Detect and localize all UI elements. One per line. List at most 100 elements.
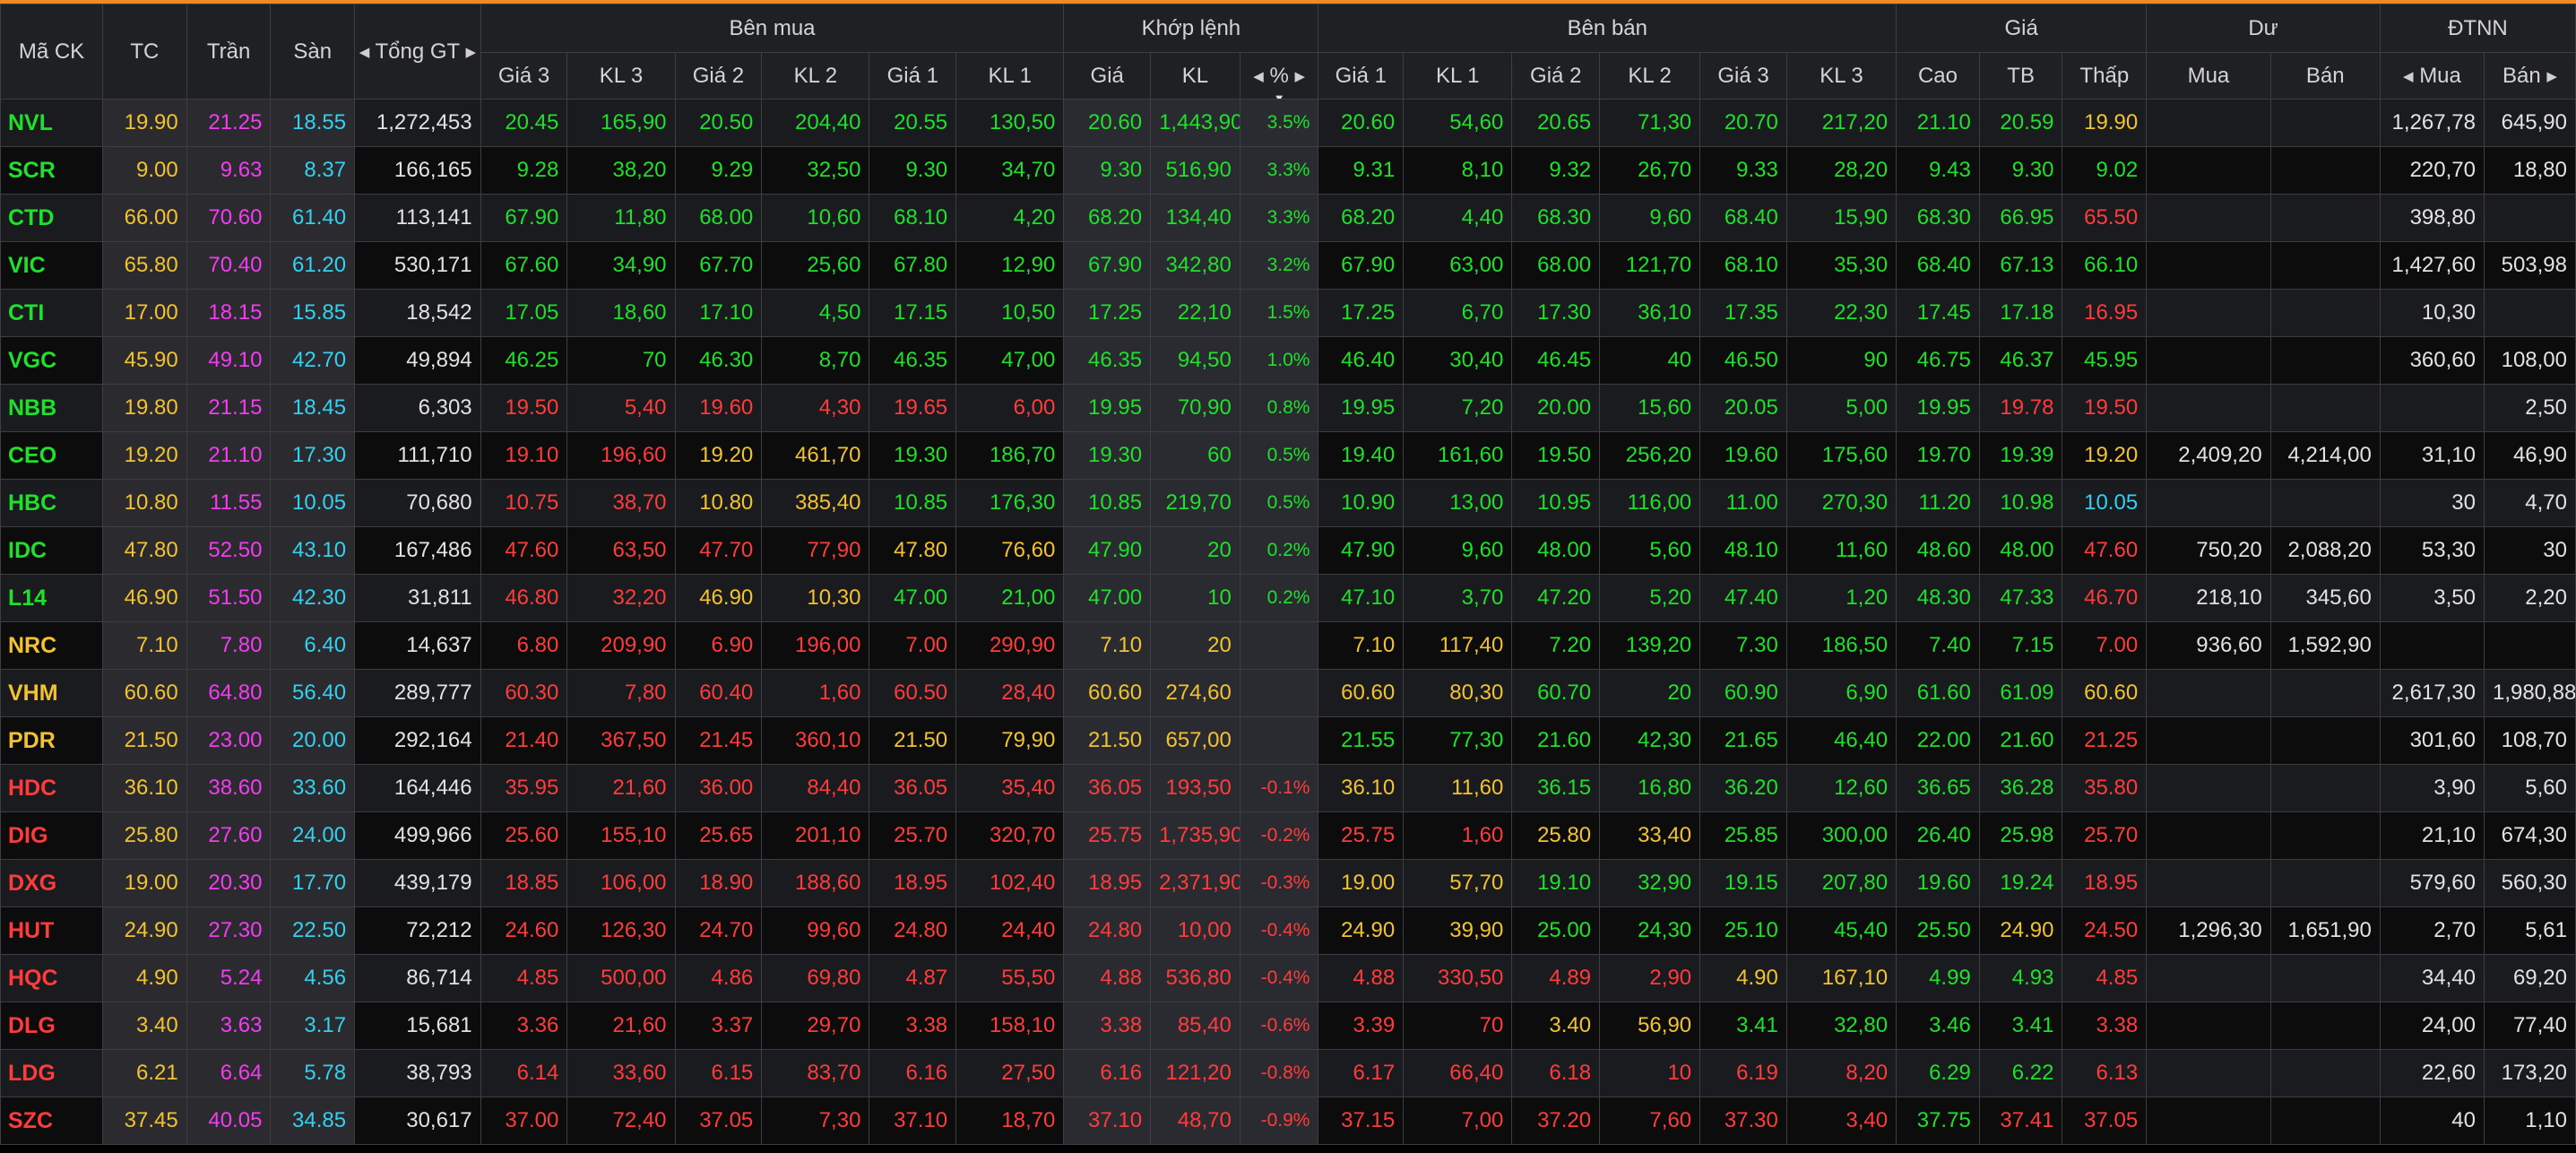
col-total-value[interactable]: ◀ Tổng GT ▶ [354,4,481,100]
col-buy-price-3[interactable]: Giá 3 [480,52,568,100]
cell-ceiling: 21.25 [186,99,272,147]
caret-right-icon[interactable]: ▶ [2546,68,2557,84]
caret-left-icon[interactable]: ◀ [2403,68,2414,84]
col-floor[interactable]: Sàn [270,4,356,100]
table-row[interactable]: NRC 7.10 7.80 6.40 14,637 6.80 209,90 6.90 196,0… [0,621,2576,670]
cell-buy-vol-3: 196,60 [566,431,676,480]
cell-buy-price-3: 6.14 [480,1049,568,1097]
cell-low: 18.95 [2062,859,2148,907]
col-match-pct[interactable]: ◀ % ▼ ▶ [1239,52,1319,100]
table-row[interactable]: HQC 4.90 5.24 4.56 86,714 4.85 500,00 4.86 69,80… [0,954,2576,1002]
table-row[interactable]: SZC 37.45 40.05 34.85 30,617 37.00 72,40 37.05 7… [0,1097,2576,1145]
cell-buy-price-2: 47.70 [674,526,763,575]
table-row[interactable]: PDR 21.50 23.00 20.00 292,164 21.40 367,50 21.4… [0,716,2576,765]
table-row[interactable]: DXG 19.00 20.30 17.70 439,179 18.85 106,00 18.9… [0,859,2576,907]
table-row[interactable]: HDC 36.10 38.60 33.60 164,446 35.95 21,60 36.00… [0,764,2576,812]
cell-match-price: 20.60 [1063,99,1152,147]
table-row[interactable]: DIG 25.80 27.60 24.00 499,966 25.60 155,10 25.6… [0,811,2576,860]
caret-left-icon[interactable]: ◀ [1253,68,1264,84]
table-row[interactable]: CEO 19.20 21.10 17.30 111,710 19.10 196,60 19.2… [0,431,2576,480]
cell-match-price: 24.80 [1063,906,1152,955]
col-foreign-buy[interactable]: ◀ Mua [2379,52,2485,100]
table-row[interactable]: SCR 9.00 9.63 8.37 166,165 9.28 38,20 9.29 32,50… [0,146,2576,195]
table-row[interactable]: CTD 66.00 70.60 61.40 113,141 67.90 11,80 68.00… [0,194,2576,242]
col-match-price[interactable]: Giá [1063,52,1152,100]
table-row[interactable]: VGC 45.90 49.10 42.70 49,894 46.25 70 46.30 8,70… [0,336,2576,385]
col-remain-sell[interactable]: Bán [2269,52,2381,100]
cell-sell-vol-2: 40 [1599,336,1701,385]
cell-foreign-sell: 645,90 [2483,99,2576,147]
cell-high: 22.00 [1896,716,1980,765]
col-remain-buy[interactable]: Mua [2146,52,2271,100]
col-high[interactable]: Cao [1896,52,1980,100]
cell-sell-price-3: 20.70 [1699,99,1787,147]
cell-buy-vol-2: 10,30 [761,574,870,622]
cell-match-vol: 20 [1150,526,1240,575]
cell-remain-buy: 750,20 [2146,526,2271,575]
table-row[interactable]: DLG 3.40 3.63 3.17 15,681 3.36 21,60 3.37 29,70 3… [0,1001,2576,1050]
cell-buy-price-1: 68.10 [869,194,957,242]
cell-match-price: 60.60 [1063,669,1152,717]
cell-sell-price-1: 19.00 [1318,859,1405,907]
table-row[interactable]: CTI 17.00 18.15 15.85 18,542 17.05 18,60 17.10 4… [0,289,2576,337]
cell-sell-vol-2: 7,60 [1599,1097,1701,1145]
table-row[interactable]: LDG 6.21 6.64 5.78 38,793 6.14 33,60 6.15 83,70 6… [0,1049,2576,1097]
cell-buy-price-2: 6.90 [674,621,763,670]
col-ceiling[interactable]: Trần [186,4,272,100]
cell-floor: 56.40 [270,669,356,717]
cell-buy-vol-1: 4,20 [955,194,1065,242]
table-row[interactable]: L14 46.90 51.50 42.30 31,811 46.80 32,20 46.90 1… [0,574,2576,622]
col-avg[interactable]: TB [1978,52,2063,100]
cell-buy-vol-2: 83,70 [761,1049,870,1097]
cell-match-price: 21.50 [1063,716,1152,765]
cell-sell-vol-2: 5,60 [1599,526,1701,575]
cell-foreign-sell: 1,10 [2483,1097,2576,1145]
col-foreign-sell[interactable]: Bán ▶ [2483,52,2576,100]
cell-sell-price-1: 36.10 [1318,764,1405,812]
col-match-vol[interactable]: KL [1150,52,1240,100]
cell-buy-price-2: 3.37 [674,1001,763,1050]
cell-remain-buy [2146,289,2271,337]
col-sell-price-2[interactable]: Giá 2 [1511,52,1601,100]
cell-buy-vol-3: 209,90 [566,621,676,670]
col-symbol[interactable]: Mã CK [0,4,104,100]
cell-floor: 5.78 [270,1049,356,1097]
col-sell-price-3[interactable]: Giá 3 [1699,52,1787,100]
cell-floor: 3.17 [270,1001,356,1050]
cell-ref: 19.90 [102,99,187,147]
cell-symbol: NRC [0,621,104,670]
col-sell-vol-2[interactable]: KL 2 [1599,52,1701,100]
cell-low: 19.50 [2062,384,2148,432]
col-low[interactable]: Thấp [2062,52,2148,100]
col-buy-vol-3[interactable]: KL 3 [566,52,676,100]
col-buy-price-1[interactable]: Giá 1 [869,52,957,100]
col-buy-vol-1[interactable]: KL 1 [955,52,1065,100]
cell-ceiling: 27.60 [186,811,272,860]
cell-remain-buy [2146,1097,2271,1145]
cell-sell-vol-1: 4,40 [1403,194,1513,242]
cell-buy-price-1: 6.16 [869,1049,957,1097]
cell-sell-price-1: 46.40 [1318,336,1405,385]
cell-total-value: 164,446 [354,764,481,812]
table-row[interactable]: HBC 10.80 11.55 10.05 70,680 10.75 38,70 10.80 3… [0,479,2576,527]
caret-right-icon[interactable]: ▶ [465,44,476,60]
col-ref[interactable]: TC [102,4,187,100]
cell-sell-vol-3: 46,40 [1785,716,1897,765]
table-row[interactable]: VIC 65.80 70.40 61.20 530,171 67.60 34,90 67.70… [0,241,2576,290]
cell-ceiling: 27.30 [186,906,272,955]
table-row[interactable]: IDC 47.80 52.50 43.10 167,486 47.60 63,50 47.70… [0,526,2576,575]
cell-ref: 65.80 [102,241,187,290]
cell-foreign-sell: 108,70 [2483,716,2576,765]
cell-sell-vol-3: 15,90 [1785,194,1897,242]
col-sell-price-1[interactable]: Giá 1 [1318,52,1405,100]
caret-right-icon[interactable]: ▶ [1295,68,1306,84]
table-row[interactable]: HUT 24.90 27.30 22.50 72,212 24.60 126,30 24.70… [0,906,2576,955]
col-sell-vol-3[interactable]: KL 3 [1785,52,1897,100]
table-row[interactable]: VHM 60.60 64.80 56.40 289,777 60.30 7,80 60.40 1… [0,669,2576,717]
col-buy-vol-2[interactable]: KL 2 [761,52,870,100]
table-row[interactable]: NBB 19.80 21.15 18.45 6,303 19.50 5,40 19.60 4,3… [0,384,2576,432]
col-sell-vol-1[interactable]: KL 1 [1403,52,1513,100]
col-buy-price-2[interactable]: Giá 2 [674,52,763,100]
table-row[interactable]: NVL 19.90 21.25 18.55 1,272,453 20.45 165,90 20… [0,99,2576,147]
caret-left-icon[interactable]: ◀ [359,44,370,60]
